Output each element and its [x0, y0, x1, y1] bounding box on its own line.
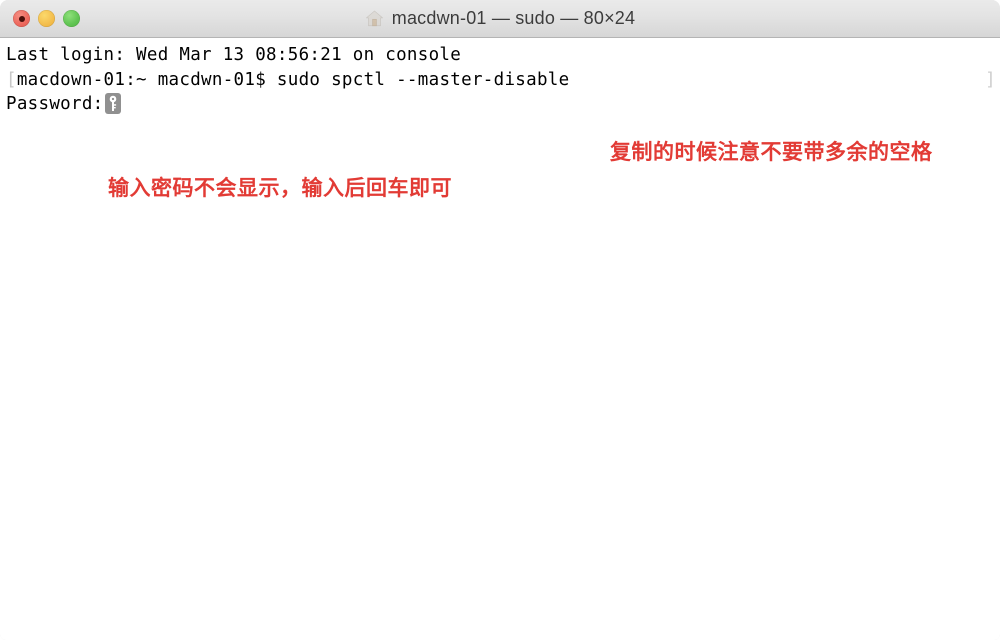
- window-title-group: macdwn-01 — sudo — 80×24: [0, 0, 1000, 37]
- annotation-password-hint: 输入密码不会显示，输入后回车即可: [108, 176, 452, 201]
- terminal-window: macdwn-01 — sudo — 80×24 Last login: Wed…: [0, 0, 1000, 640]
- close-button[interactable]: [13, 10, 30, 27]
- terminal-line-command: [macdown-01:~ macdwn-01$ sudo spctl --ma…: [6, 68, 1000, 93]
- terminal-output-area[interactable]: Last login: Wed Mar 13 08:56:21 on conso…: [0, 38, 1000, 640]
- window-controls: [13, 0, 80, 37]
- command-text: macdown-01:~ macdwn-01$ sudo spctl --mas…: [16, 69, 570, 90]
- terminal-line-password: Password:: [6, 92, 1000, 117]
- terminal-line-last-login: Last login: Wed Mar 13 08:56:21 on conso…: [6, 45, 462, 65]
- key-icon: [104, 93, 121, 114]
- terminal-lines: Last login: Wed Mar 13 08:56:21 on conso…: [6, 43, 1000, 117]
- annotation-copy-warning: 复制的时候注意不要带多余的空格: [610, 140, 933, 165]
- minimize-button[interactable]: [38, 10, 55, 27]
- home-icon: [365, 10, 383, 27]
- line-prefix-bracket: [: [6, 69, 17, 90]
- maximize-button[interactable]: [63, 10, 80, 27]
- line-suffix-bracket: ]: [985, 69, 996, 90]
- password-prompt-label: Password:: [6, 94, 104, 114]
- window-title: macdwn-01 — sudo — 80×24: [391, 8, 636, 28]
- window-titlebar[interactable]: macdwn-01 — sudo — 80×24: [0, 0, 1000, 38]
